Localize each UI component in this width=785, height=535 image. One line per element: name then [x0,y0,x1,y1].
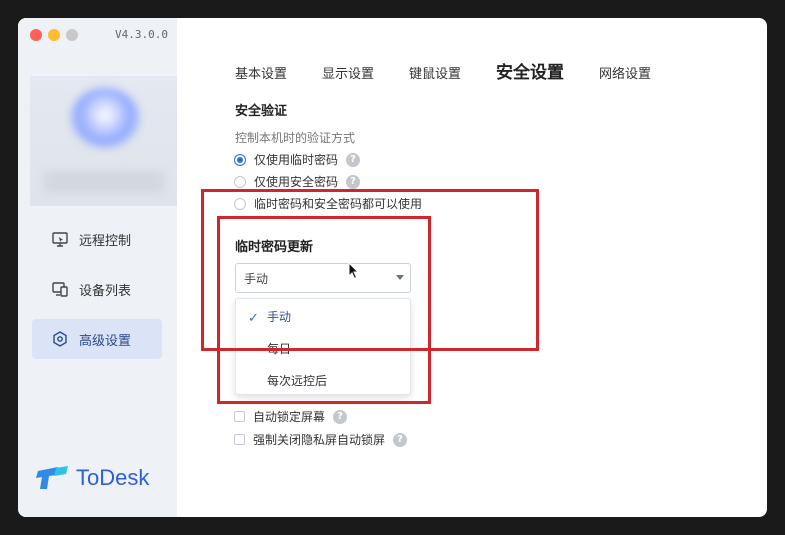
select-value: 手动 [244,271,269,286]
sidebar-item-label: 高级设置 [79,333,132,349]
dropdown-option-manual[interactable]: 手动 [267,308,291,325]
minimize-window-button[interactable] [48,29,60,41]
tab-network-settings[interactable]: 网络设置 [599,63,651,82]
checkmark-icon: ✓ [248,311,259,326]
sidebar-item-label: 远程控制 [79,233,132,249]
sidebar-item-label: 设备列表 [79,283,132,299]
device-card [30,76,177,206]
radio-label: 仅使用安全密码 [254,175,339,189]
settings-main: 基本设置 显示设置 键鼠设置 安全设置 网络设置 安全验证 控制本机时的验证方式… [177,18,767,517]
radio-button[interactable] [234,175,246,188]
temp-password-update-title: 临时密码更新 [235,240,314,255]
sidebar: V4.3.0.0 远程控制 设备列表 高级设置 ToDesk [18,18,177,517]
checkbox-label: 强制关闭隐私屏自动锁屏 [253,433,386,447]
radio-both-passwords[interactable]: 临时密码和安全密码都可以使用 [234,195,422,212]
radio-security-password-only[interactable]: 仅使用安全密码 ? [234,173,361,190]
checkbox-label: 自动锁定屏幕 [253,410,326,424]
dropdown-option-daily[interactable]: 每日 [267,340,291,357]
checkbox[interactable] [234,411,245,422]
radio-temp-password-only[interactable]: 仅使用临时密码 ? [234,151,361,168]
monitor-icon [51,230,69,248]
tab-keyboard-mouse-settings[interactable]: 键鼠设置 [409,63,461,82]
checkbox-force-close-privacy-lock[interactable]: 强制关闭隐私屏自动锁屏 ? [234,431,408,448]
help-icon[interactable]: ? [346,152,361,167]
app-window: V4.3.0.0 远程控制 设备列表 高级设置 ToDesk 基本设置 显示设置… [18,18,767,517]
window-controls [30,29,78,41]
checkbox[interactable] [234,434,245,445]
todesk-logo: ToDesk [36,465,149,491]
help-icon[interactable]: ? [346,174,361,189]
help-icon[interactable]: ? [333,409,348,424]
dropdown-option-after-each-remote[interactable]: 每次远控后 [267,372,327,389]
todesk-logo-icon [36,466,68,489]
tab-basic-settings[interactable]: 基本设置 [235,63,287,82]
security-verify-title: 安全验证 [235,104,288,119]
security-verify-desc: 控制本机时的验证方式 [235,131,356,145]
settings-tabs: 基本设置 显示设置 键鼠设置 安全设置 网络设置 [235,58,686,83]
tab-display-settings[interactable]: 显示设置 [322,63,374,82]
temp-password-dropdown-menu: ✓ 手动 每日 每次远控后 [235,298,411,395]
hexagon-settings-icon [51,330,69,348]
device-info-blurred [44,171,164,193]
temp-password-update-select[interactable]: 手动 [235,263,411,293]
devices-icon [51,280,69,298]
radio-label: 仅使用临时密码 [254,153,339,167]
help-icon[interactable]: ? [393,432,408,447]
radio-button[interactable] [234,197,246,210]
tab-security-settings[interactable]: 安全设置 [496,58,564,83]
radio-label: 临时密码和安全密码都可以使用 [254,197,423,211]
sidebar-item-device-list[interactable]: 设备列表 [32,269,162,309]
close-window-button[interactable] [30,29,42,41]
chevron-down-icon [396,275,404,280]
sidebar-item-advanced-settings[interactable]: 高级设置 [32,319,162,359]
radio-button-checked[interactable] [234,153,246,166]
version-label: V4.3.0.0 [115,28,168,41]
avatar [70,88,140,148]
checkbox-auto-lock-screen[interactable]: 自动锁定屏幕 ? [234,408,348,425]
logo-text: ToDesk [76,465,150,490]
zoom-window-button[interactable] [66,29,78,41]
mouse-cursor-icon [348,262,360,280]
sidebar-item-remote-control[interactable]: 远程控制 [32,219,162,259]
